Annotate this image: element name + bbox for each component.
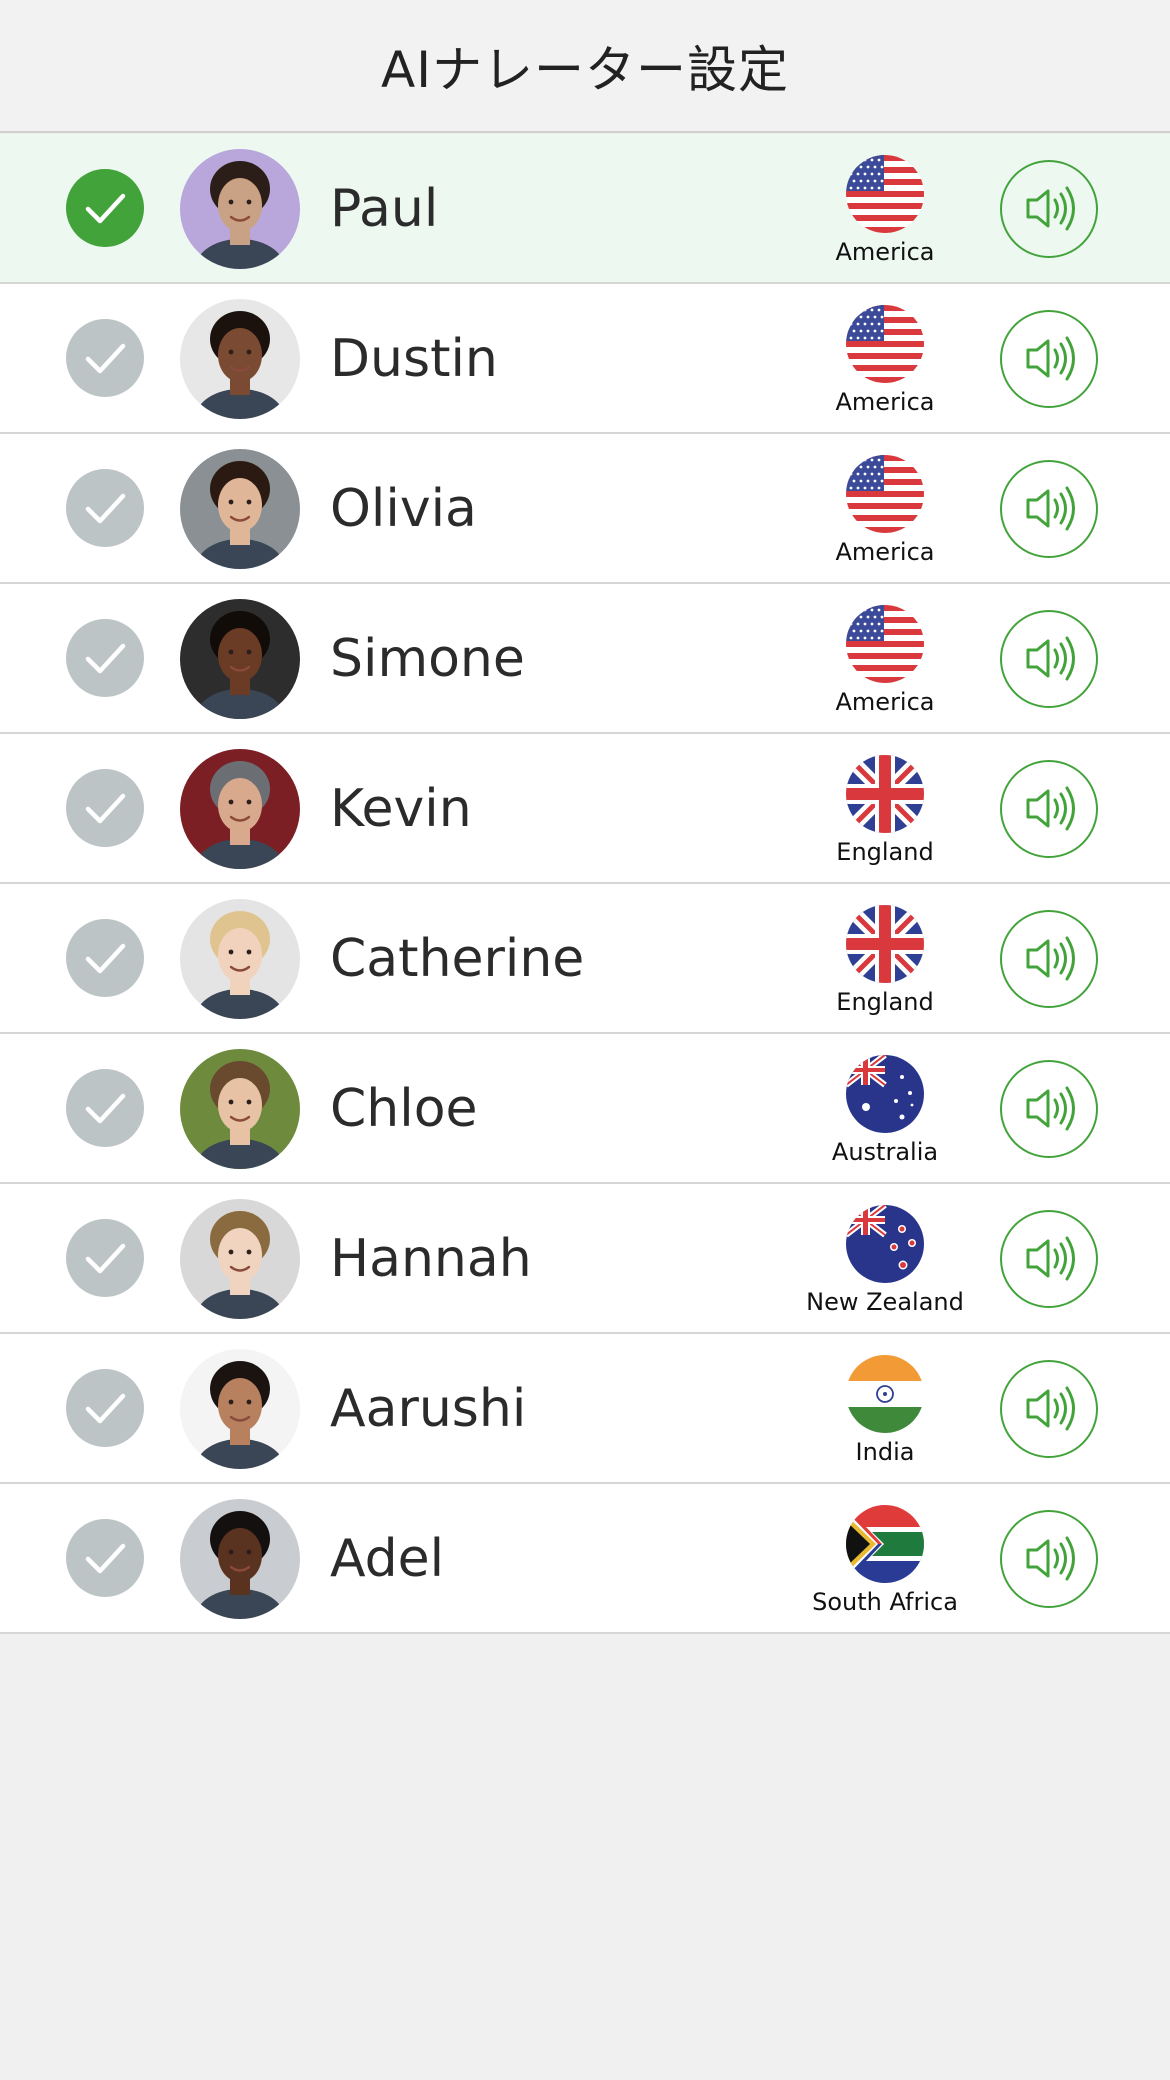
narrator-name: Aarushi xyxy=(330,1379,527,1439)
narrator-row[interactable]: Simone America xyxy=(0,584,1170,734)
speaker-icon[interactable] xyxy=(1000,910,1098,1008)
avatar xyxy=(180,299,300,419)
speaker-icon[interactable] xyxy=(1000,1060,1098,1158)
avatar xyxy=(180,449,300,569)
usa-flag-icon xyxy=(846,155,924,233)
avatar xyxy=(180,1349,300,1469)
narrator-row[interactable]: Olivia America xyxy=(0,434,1170,584)
australia-flag-icon xyxy=(846,1055,924,1133)
avatar xyxy=(180,749,300,869)
new-zealand-flag-icon xyxy=(846,1205,924,1283)
narrator-name: Adel xyxy=(330,1529,445,1589)
speaker-icon[interactable] xyxy=(1000,1210,1098,1308)
avatar xyxy=(180,599,300,719)
avatar xyxy=(180,1049,300,1169)
check-icon[interactable] xyxy=(66,469,144,547)
narrator-name: Hannah xyxy=(330,1229,532,1289)
check-icon[interactable] xyxy=(66,1369,144,1447)
narrator-name: Kevin xyxy=(330,779,472,839)
check-icon[interactable] xyxy=(66,1219,144,1297)
check-icon[interactable] xyxy=(66,1519,144,1597)
uk-flag-icon xyxy=(846,755,924,833)
avatar xyxy=(180,1199,300,1319)
narrator-name: Chloe xyxy=(330,1079,478,1139)
speaker-icon[interactable] xyxy=(1000,310,1098,408)
header-bar: AIナレーター設定 xyxy=(0,0,1170,133)
narrator-list: Paul America Dustin America Olivia Ameri… xyxy=(0,134,1170,1634)
uk-flag-icon xyxy=(846,905,924,983)
speaker-icon[interactable] xyxy=(1000,1360,1098,1458)
country-label: England xyxy=(836,988,934,1016)
country-label: America xyxy=(835,688,935,716)
narrator-row[interactable]: Hannah New Zealand xyxy=(0,1184,1170,1334)
country-label: New Zealand xyxy=(806,1288,964,1316)
narrator-row[interactable]: Aarushi India xyxy=(0,1334,1170,1484)
check-icon[interactable] xyxy=(66,769,144,847)
avatar xyxy=(180,899,300,1019)
check-icon[interactable] xyxy=(66,619,144,697)
india-flag-icon xyxy=(846,1355,924,1433)
avatar xyxy=(180,1499,300,1619)
narrator-row[interactable]: Adel South Africa xyxy=(0,1484,1170,1634)
country-label: America xyxy=(835,538,935,566)
speaker-icon[interactable] xyxy=(1000,610,1098,708)
speaker-icon[interactable] xyxy=(1000,160,1098,258)
narrator-row[interactable]: Chloe Australia xyxy=(0,1034,1170,1184)
narrator-name: Dustin xyxy=(330,329,498,389)
country-label: England xyxy=(836,838,934,866)
narrator-row[interactable]: Catherine England xyxy=(0,884,1170,1034)
narrator-name: Olivia xyxy=(330,479,477,539)
country-label: South Africa xyxy=(812,1588,958,1616)
country-label: America xyxy=(835,388,935,416)
country-label: America xyxy=(835,238,935,266)
usa-flag-icon xyxy=(846,605,924,683)
narrator-name: Catherine xyxy=(330,929,585,989)
usa-flag-icon xyxy=(846,455,924,533)
usa-flag-icon xyxy=(846,305,924,383)
check-icon[interactable] xyxy=(66,169,144,247)
south-africa-flag-icon xyxy=(846,1505,924,1583)
speaker-icon[interactable] xyxy=(1000,1510,1098,1608)
narrator-row[interactable]: Kevin England xyxy=(0,734,1170,884)
speaker-icon[interactable] xyxy=(1000,460,1098,558)
speaker-icon[interactable] xyxy=(1000,760,1098,858)
avatar xyxy=(180,149,300,269)
narrator-name: Paul xyxy=(330,179,439,239)
page-title: AIナレーター設定 xyxy=(381,40,789,99)
country-label: India xyxy=(855,1438,915,1466)
check-icon[interactable] xyxy=(66,919,144,997)
check-icon[interactable] xyxy=(66,1069,144,1147)
narrator-name: Simone xyxy=(330,629,525,689)
check-icon[interactable] xyxy=(66,319,144,397)
narrator-row[interactable]: Paul America xyxy=(0,134,1170,284)
narrator-row[interactable]: Dustin America xyxy=(0,284,1170,434)
country-label: Australia xyxy=(831,1138,939,1166)
